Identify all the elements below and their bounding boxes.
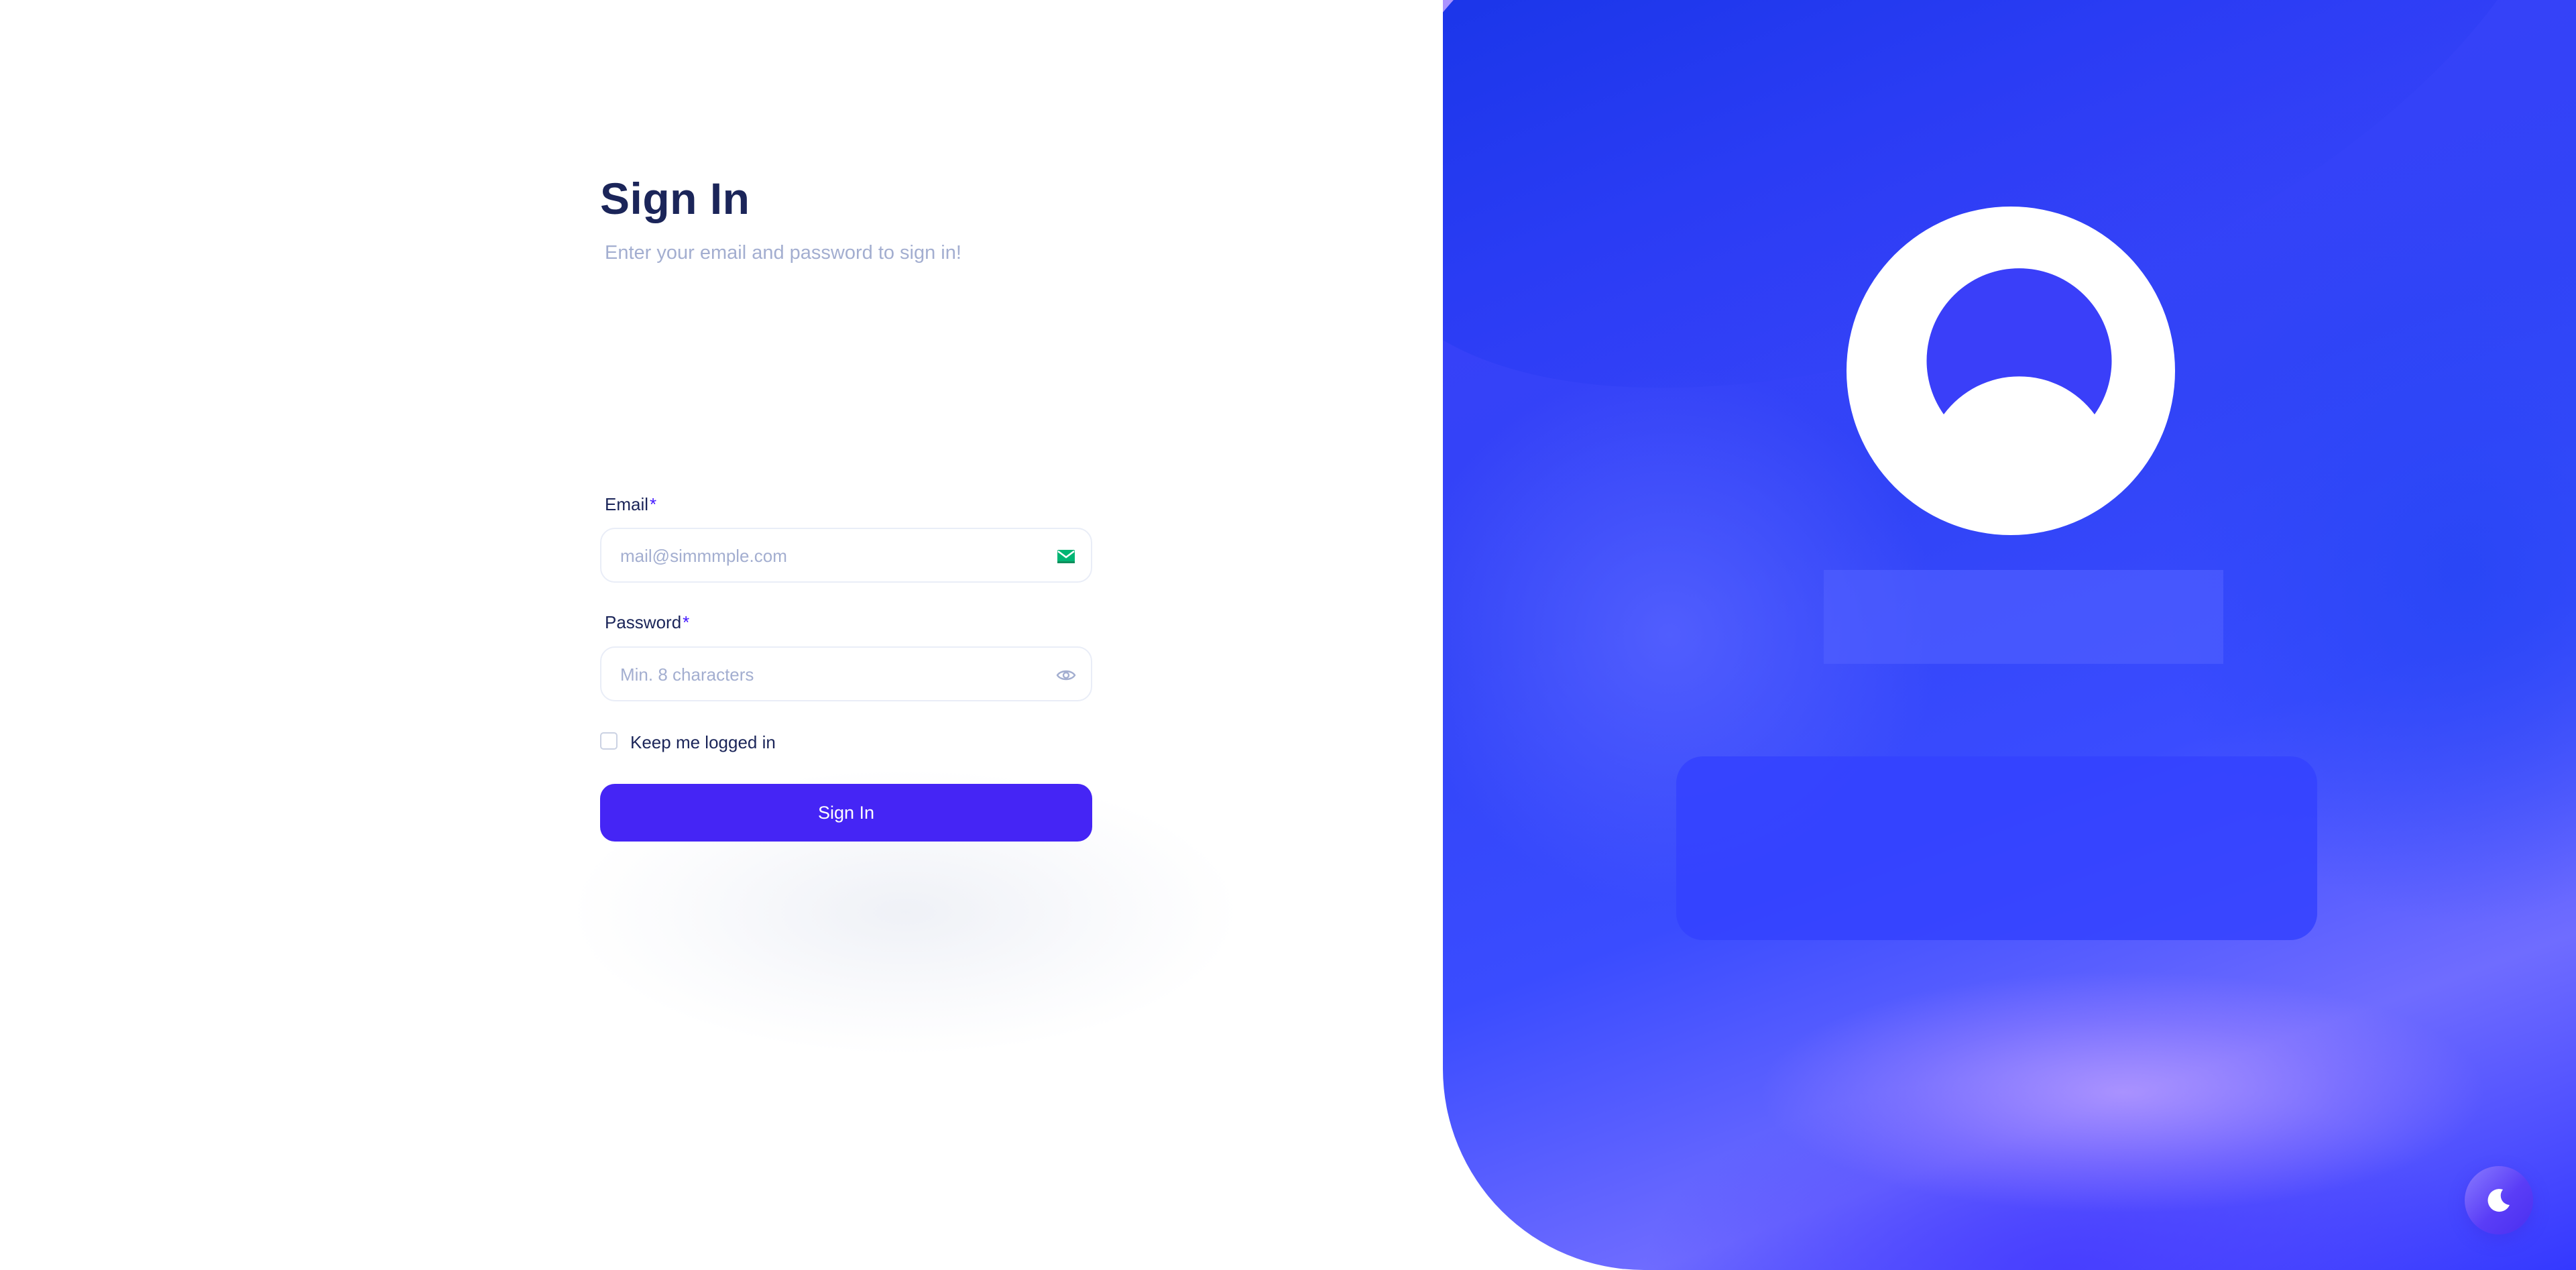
- mail-icon: [1056, 548, 1076, 565]
- password-label-text: Password: [605, 612, 682, 632]
- password-placeholder: Min. 8 characters: [620, 665, 754, 685]
- brand-card: [1676, 756, 2317, 940]
- email-field[interactable]: mail@simmmple.com: [600, 528, 1092, 583]
- page-title: Sign In: [600, 174, 750, 223]
- keep-logged-in-label[interactable]: Keep me logged in: [630, 732, 776, 753]
- password-field[interactable]: Min. 8 characters: [600, 646, 1092, 701]
- page-subtitle: Enter your email and password to sign in…: [605, 242, 961, 264]
- email-label: Email*: [605, 494, 656, 515]
- theme-toggle-button[interactable]: [2465, 1166, 2533, 1234]
- email-required-marker: *: [650, 494, 657, 514]
- email-placeholder: mail@simmmple.com: [620, 546, 787, 566]
- keep-logged-in-checkbox[interactable]: [600, 732, 618, 750]
- password-label: Password*: [605, 612, 689, 633]
- brand-panel: [1443, 0, 2576, 1270]
- logo-circle-icon: [1847, 207, 2175, 535]
- sign-in-form: Sign In Enter your email and password to…: [600, 0, 1096, 1270]
- sign-in-button[interactable]: Sign In: [600, 784, 1092, 842]
- brand-wordmark-block: [1824, 570, 2223, 664]
- sign-in-page: Sign In Enter your email and password to…: [0, 0, 2576, 1270]
- password-required-marker: *: [683, 612, 690, 632]
- eye-icon[interactable]: [1056, 667, 1076, 684]
- email-label-text: Email: [605, 494, 649, 514]
